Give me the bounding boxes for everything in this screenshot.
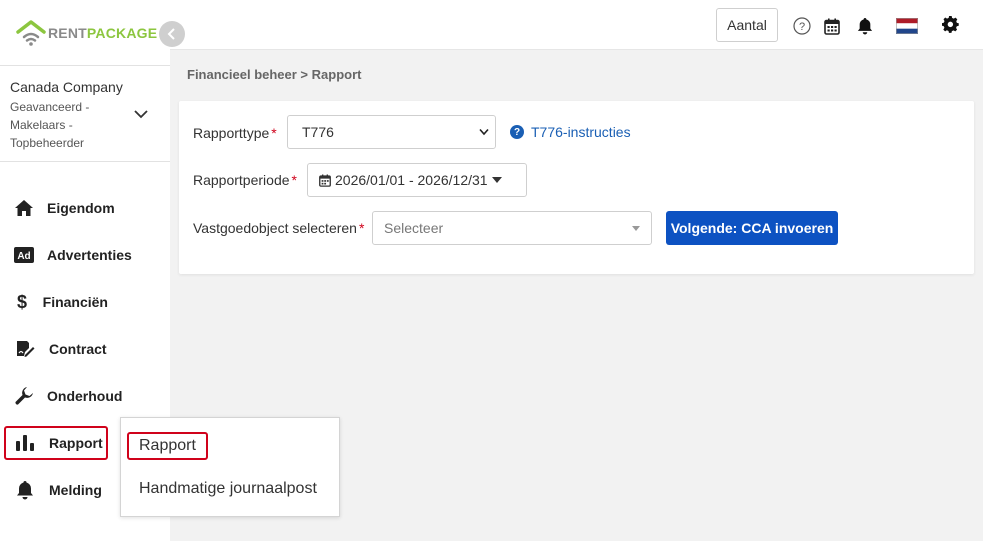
top-header: Aantal ? [170,0,983,50]
svg-text:$: $ [17,292,27,312]
property-select-placeholder: Selecteer [384,220,444,236]
sidebar-item-label: Eigendom [47,200,115,216]
submenu-item-rapport[interactable]: Rapport [127,432,208,460]
t776-instructions-label: T776-instructies [531,124,631,140]
flag-nl-icon[interactable] [896,16,918,36]
account-role-line: Geavanceerd - [10,100,90,114]
breadcrumb: Financieel beheer > Rapport [187,67,362,82]
sidebar-item-label: Advertenties [47,247,132,263]
sidebar-item-melding[interactable]: Melding [4,473,108,507]
divider [0,65,170,66]
help-icon: ? [510,125,524,139]
sidebar-item-label: Melding [49,482,102,498]
svg-text:Ad: Ad [17,251,30,262]
chevron-left-icon [167,28,175,40]
company-name: Canada Company [10,79,123,95]
required-mark: * [358,220,365,236]
sidebar-item-rapport[interactable]: Rapport [4,426,108,460]
sidebar-item-advertenties[interactable]: Ad Advertenties [4,238,132,272]
sidebar-item-label: Financiën [42,294,108,310]
divider [0,161,170,162]
report-period-label: Rapportperiode * [193,172,297,188]
property-select-label: Vastgoedobject selecteren * [193,220,364,236]
next-enter-cca-button[interactable]: Volgende: CCA invoeren [666,211,838,245]
chevron-down-icon[interactable] [133,106,149,122]
sidebar-item-label: Onderhoud [47,388,123,404]
account-role-line: Makelaars - [10,118,73,132]
t776-instructions-link[interactable]: ? T776-instructies [510,124,631,140]
sidebar-item-financien[interactable]: $ Financiën [4,285,108,319]
required-mark: * [291,172,297,188]
wrench-icon [14,385,34,407]
report-type-label: Rapporttype * [193,125,277,141]
brand-part2: PACKAGE [86,25,158,41]
required-mark: * [271,125,277,141]
ad-icon: Ad [14,244,34,266]
account-role: Geavanceerd - Makelaars - Topbeheerder [10,98,130,152]
sidebar-item-eigendom[interactable]: Eigendom [4,191,115,225]
property-select-label-text: Vastgoedobject selecteren [193,220,357,236]
report-period-label-text: Rapportperiode [193,172,290,188]
property-select[interactable]: Selecteer [372,211,652,245]
collapse-sidebar-button[interactable] [159,21,185,47]
bell-icon[interactable] [855,16,875,36]
help-icon[interactable]: ? [792,16,812,36]
sidebar-item-label: Contract [49,341,107,357]
report-form-card: Rapporttype * T776 ? T776-instructies Rap… [179,101,974,274]
report-type-label-text: Rapporttype [193,125,270,141]
logo-icon [16,20,46,46]
contract-icon [14,338,36,360]
report-period-value: 2026/01/01 - 2026/12/31 [335,172,488,188]
report-period-picker[interactable]: 2026/01/01 - 2026/12/31 [307,163,527,197]
brand-part1: RENT [48,25,87,41]
chevron-down-icon [479,128,489,136]
submenu-item-handmatige-journaalpost[interactable]: Handmatige journaalpost [127,475,329,503]
gear-icon[interactable] [941,15,961,35]
report-type-value: T776 [302,124,334,140]
svg-text:?: ? [799,21,805,33]
bar-chart-icon [14,432,36,454]
sidebar-item-contract[interactable]: Contract [4,332,108,366]
calendar-icon [319,174,331,187]
account-switcher[interactable]: Canada Company Geavanceerd - Makelaars -… [10,78,130,152]
brand-name: RENTPACKAGE [48,25,157,41]
account-role-line: Topbeheerder [10,136,85,150]
aantal-button[interactable]: Aantal [716,8,778,42]
caret-down-icon [491,177,502,183]
sidebar-item-onderhoud[interactable]: Onderhoud [4,379,122,413]
caret-down-icon [632,226,640,231]
dollar-icon: $ [14,291,30,313]
logo[interactable]: RENTPACKAGE [16,18,157,48]
report-type-select[interactable]: T776 [287,115,496,149]
bell-icon [14,479,36,501]
calendar-icon[interactable] [822,16,842,36]
sidebar-item-label: Rapport [49,435,103,451]
home-icon [14,197,34,219]
rapport-submenu: Rapport Handmatige journaalpost [120,417,340,517]
